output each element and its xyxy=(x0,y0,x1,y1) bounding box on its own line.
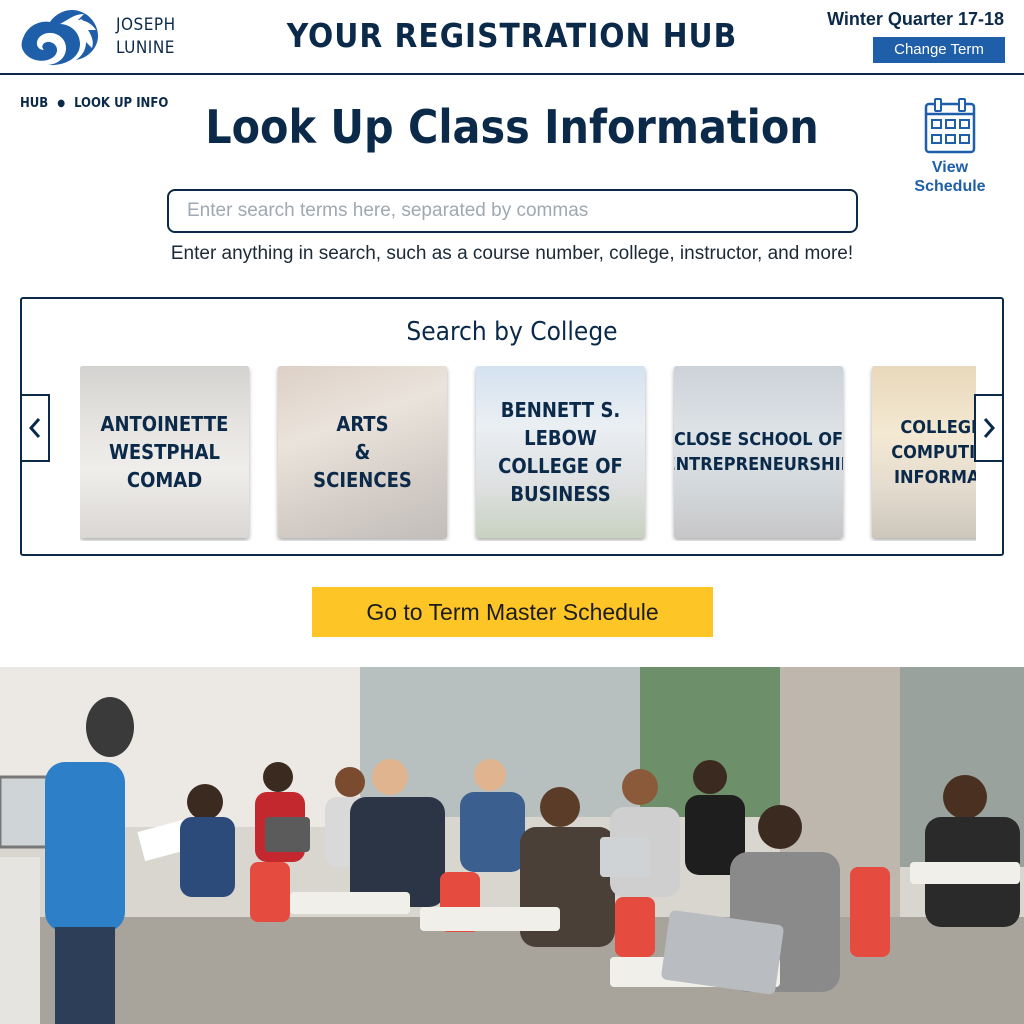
carousel-prev-button[interactable] xyxy=(22,394,50,462)
current-term: Winter Quarter 17-18 xyxy=(827,9,1004,29)
page-title: Look Up Class Information xyxy=(205,100,819,154)
calendar-icon xyxy=(924,98,976,154)
chevron-left-icon xyxy=(28,418,41,438)
site-header: JOSEPH LUNINE YOUR REGISTRATION HUB Wint… xyxy=(0,0,1024,75)
college-card-label: COLLEGE OF COMPUTING & INFORMATICS xyxy=(891,416,976,488)
classroom-illustration xyxy=(0,667,1024,1024)
view-schedule-link[interactable]: View Schedule xyxy=(912,98,988,196)
college-card-label: BENNETT S. LEBOW COLLEGE OF BUSINESS xyxy=(498,398,623,506)
chevron-right-icon xyxy=(983,418,996,438)
view-schedule-line-1: View xyxy=(931,159,969,176)
college-panel-title: Search by College xyxy=(406,317,618,347)
change-term-button[interactable]: Change Term xyxy=(873,37,1005,63)
term-master-schedule-button[interactable]: Go to Term Master Schedule xyxy=(312,587,713,637)
search-hint: Enter anything in search, such as a cour… xyxy=(170,243,854,264)
college-card-label: CLOSE SCHOOL OF ENTREPRENEURSHIP xyxy=(674,429,843,475)
college-card-computing[interactable]: COLLEGE OF COMPUTING & INFORMATICS xyxy=(872,366,976,538)
college-card-westphal[interactable]: ANTOINETTE WESTPHAL COMAD xyxy=(80,366,249,538)
college-card-arts-sciences[interactable]: ARTS & SCIENCES xyxy=(278,366,447,538)
carousel-next-button[interactable] xyxy=(974,394,1002,462)
classroom-photo xyxy=(0,667,1024,1024)
search-by-college-panel: Search by College ANTOINETTE WESTPHAL CO… xyxy=(20,297,1004,556)
college-card-close-school[interactable]: CLOSE SCHOOL OF ENTREPRENEURSHIP xyxy=(674,366,843,538)
college-card-label: ANTOINETTE WESTPHAL COMAD xyxy=(100,412,229,492)
view-schedule-line-2: Schedule xyxy=(914,178,986,195)
college-card-lebow[interactable]: BENNETT S. LEBOW COLLEGE OF BUSINESS xyxy=(476,366,645,538)
search-input[interactable] xyxy=(167,189,858,233)
view-schedule-label: View Schedule xyxy=(912,158,988,196)
college-card-label: ARTS & SCIENCES xyxy=(313,412,412,492)
college-carousel: ANTOINETTE WESTPHAL COMAD ARTS & SCIENCE… xyxy=(80,366,976,541)
